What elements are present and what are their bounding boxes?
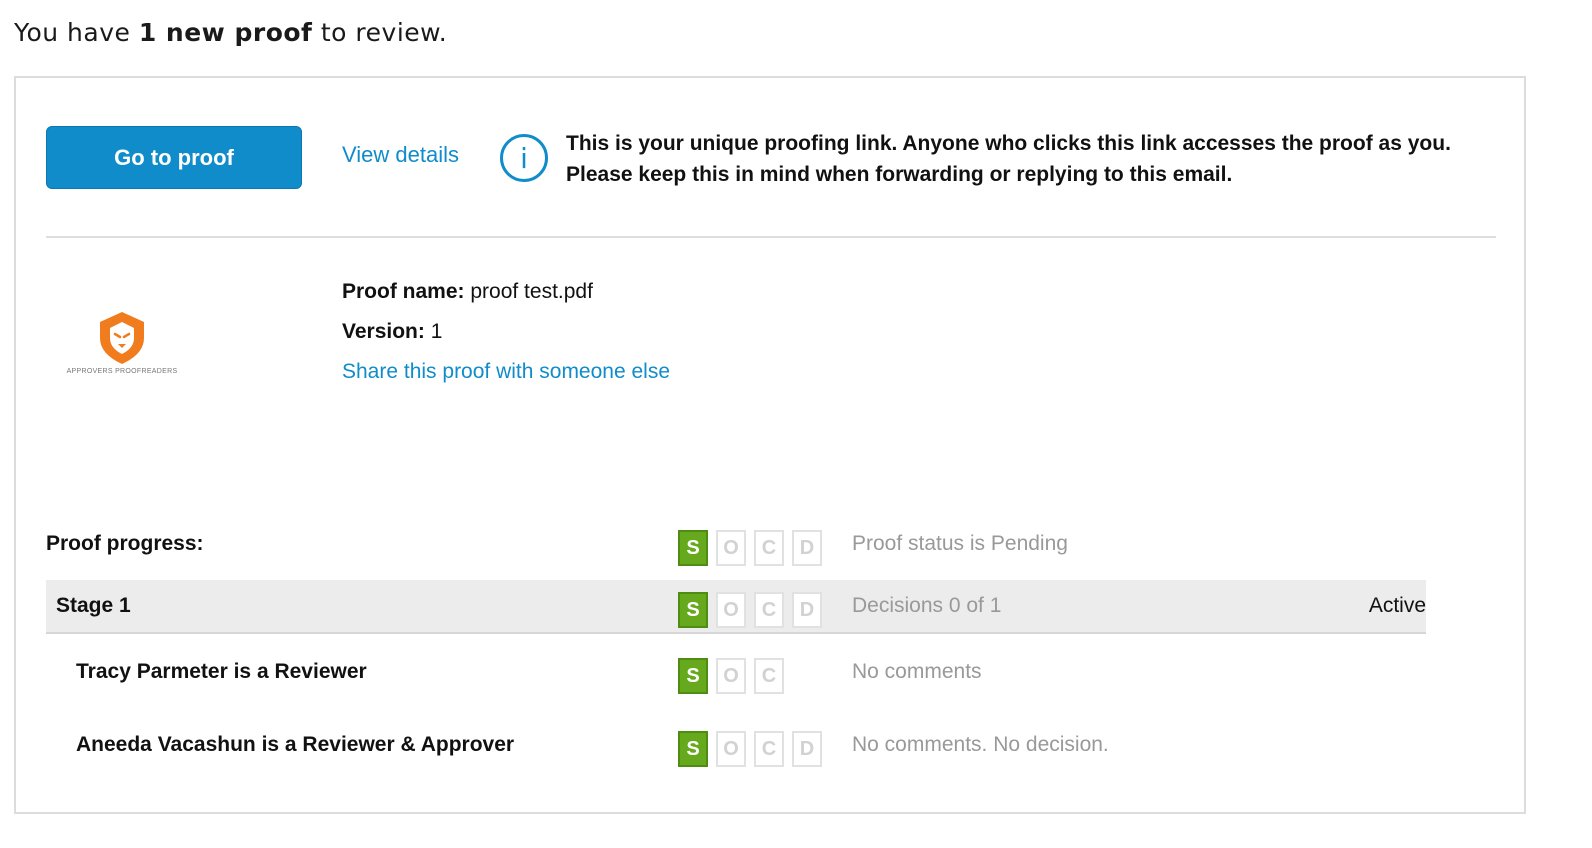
status-box-d: D: [792, 530, 822, 566]
intro-count: 1 new proof: [138, 18, 313, 47]
status-box-c: C: [754, 530, 784, 566]
participant-row: Aneeda Vacashun is a Reviewer & Approver…: [46, 719, 1426, 773]
notice-line-2: Please keep this in mind when forwarding…: [566, 163, 1233, 186]
stage-state: Active: [1368, 594, 1426, 617]
intro-suffix: to review.: [312, 18, 448, 47]
intro-text: You have 1 new proof to review.: [14, 18, 447, 47]
status-box-c: C: [754, 592, 784, 628]
status-box-s: S: [678, 592, 708, 628]
status-box-o: O: [716, 731, 746, 767]
stage-decisions-text: Decisions 0 of 1: [852, 594, 1002, 617]
status-box-s: S: [678, 530, 708, 566]
status-box-c: C: [754, 658, 784, 694]
stage-status-boxes: S O C D: [678, 592, 822, 628]
proof-name-value: proof test.pdf: [464, 280, 593, 303]
proof-info: Proof name: proof test.pdf Version: 1 Sh…: [342, 280, 670, 400]
status-box-s: S: [678, 731, 708, 767]
participant-name: Tracy Parmeter is a Reviewer: [76, 660, 367, 683]
status-box-o: O: [716, 592, 746, 628]
version-row: Version: 1: [342, 320, 670, 360]
go-to-proof-button[interactable]: Go to proof: [46, 126, 302, 189]
unique-link-notice: This is your unique proofing link. Anyon…: [566, 128, 1496, 190]
proof-progress-label: Proof progress:: [46, 532, 204, 555]
share-proof-link[interactable]: Share this proof with someone else: [342, 360, 670, 383]
proof-card: Go to proof View details i This is your …: [14, 76, 1526, 814]
progress-status-boxes: S O C D: [678, 530, 822, 566]
version-value: 1: [424, 320, 443, 343]
participant-status-text: No comments: [852, 660, 982, 683]
status-box-d: D: [792, 592, 822, 628]
participant-row: Tracy Parmeter is a Reviewer S O C No co…: [46, 646, 1426, 700]
share-row: Share this proof with someone else: [342, 360, 670, 400]
stage-label: Stage 1: [56, 594, 131, 617]
participant-name: Aneeda Vacashun is a Reviewer & Approver: [76, 733, 515, 756]
proof-progress-row: Proof progress: S O C D Proof status is …: [46, 518, 1426, 572]
stage-row: Stage 1 S O C D Decisions 0 of 1 Active: [46, 580, 1426, 634]
notice-line-1: This is your unique proofing link. Anyon…: [566, 132, 1451, 155]
participant-status-boxes: S O C: [678, 658, 784, 694]
proof-status-text: Proof status is Pending: [852, 532, 1068, 555]
status-box-d: D: [792, 731, 822, 767]
view-details-link[interactable]: View details: [342, 142, 459, 168]
logo-caption: APPROVERS PROOFREADERS: [66, 368, 178, 375]
status-box-c: C: [754, 731, 784, 767]
proof-name-row: Proof name: proof test.pdf: [342, 280, 670, 320]
intro-prefix: You have: [14, 18, 139, 47]
version-label: Version:: [342, 320, 425, 343]
proof-name-label: Proof name:: [342, 280, 465, 303]
status-box-s: S: [678, 658, 708, 694]
status-box-o: O: [716, 530, 746, 566]
participant-status-text: No comments. No decision.: [852, 733, 1109, 756]
status-box-o: O: [716, 658, 746, 694]
brand-logo: APPROVERS PROOFREADERS: [62, 308, 182, 384]
info-icon: i: [500, 134, 548, 182]
participant-status-boxes: S O C D: [678, 731, 822, 767]
lion-shield-logo-icon: [100, 312, 144, 364]
divider: [46, 236, 1496, 238]
